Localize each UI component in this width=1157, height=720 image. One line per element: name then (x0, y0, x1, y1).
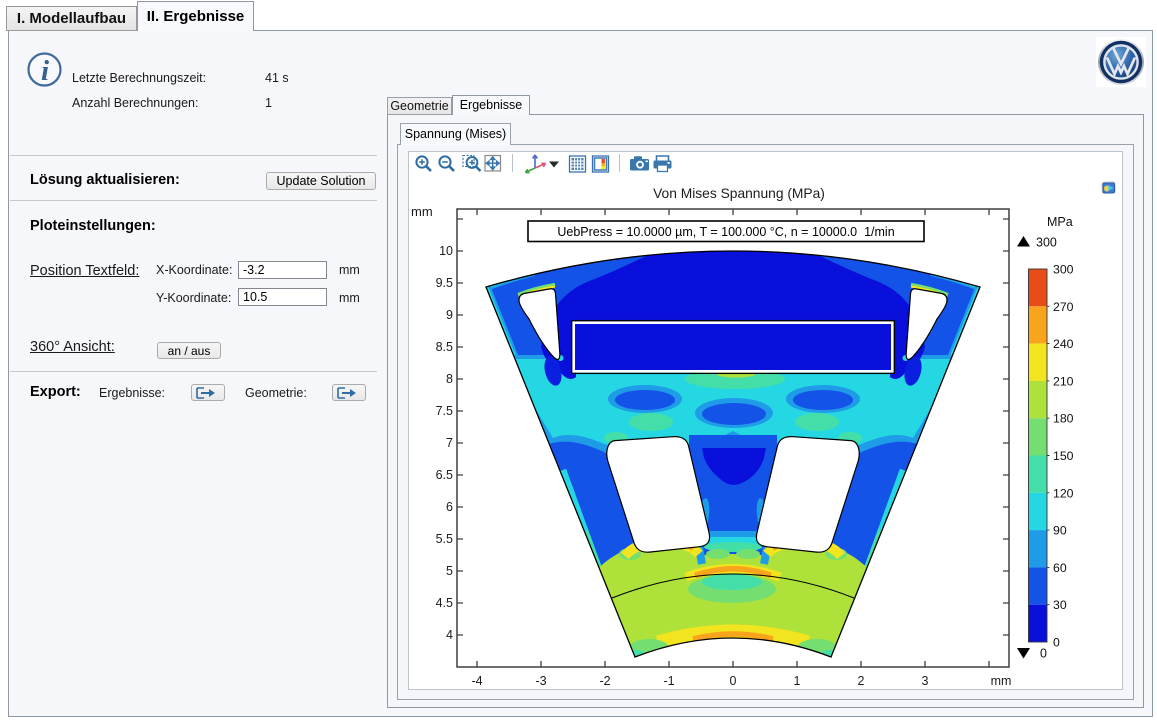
svg-text:8.5: 8.5 (436, 340, 453, 354)
svg-text:240: 240 (1053, 337, 1074, 351)
svg-text:-4: -4 (471, 674, 482, 688)
svg-text:8: 8 (446, 372, 453, 386)
svg-text:9: 9 (446, 308, 453, 322)
svg-text:270: 270 (1053, 300, 1074, 314)
svg-text:10: 10 (439, 244, 453, 258)
svg-text:5: 5 (446, 564, 453, 578)
svg-text:30: 30 (1053, 598, 1067, 612)
svg-text:5.5: 5.5 (436, 532, 453, 546)
svg-text:2: 2 (858, 674, 865, 688)
svg-text:150: 150 (1053, 449, 1074, 463)
svg-text:MPa: MPa (1047, 215, 1073, 229)
svg-text:9.5: 9.5 (436, 276, 453, 290)
svg-text:210: 210 (1053, 374, 1074, 388)
svg-text:7: 7 (446, 436, 453, 450)
svg-text:Von Mises Spannung (MPa): Von Mises Spannung (MPa) (653, 186, 825, 201)
svg-text:1: 1 (794, 674, 801, 688)
svg-text:3: 3 (922, 674, 929, 688)
svg-text:300: 300 (1036, 236, 1057, 250)
svg-text:-3: -3 (535, 674, 546, 688)
svg-text:7.5: 7.5 (436, 404, 453, 418)
svg-text:180: 180 (1053, 412, 1074, 426)
svg-text:120: 120 (1053, 486, 1074, 500)
svg-text:0: 0 (1053, 636, 1060, 650)
svg-text:6: 6 (446, 500, 453, 514)
svg-text:mm: mm (411, 204, 433, 219)
svg-text:90: 90 (1053, 524, 1067, 538)
svg-text:-2: -2 (599, 674, 610, 688)
svg-text:-1: -1 (663, 674, 674, 688)
svg-text:0: 0 (1040, 647, 1047, 661)
svg-text:UebPress = 10.0000 µm, T = 100: UebPress = 10.0000 µm, T = 100.000 °C, n… (557, 225, 894, 239)
svg-text:0: 0 (730, 674, 737, 688)
svg-text:i: i (41, 55, 49, 87)
svg-text:300: 300 (1053, 263, 1074, 277)
svg-text:6.5: 6.5 (436, 468, 453, 482)
svg-text:mm: mm (991, 674, 1012, 688)
svg-text:4: 4 (446, 628, 453, 642)
svg-text:4.5: 4.5 (436, 596, 453, 610)
svg-text:60: 60 (1053, 561, 1067, 575)
